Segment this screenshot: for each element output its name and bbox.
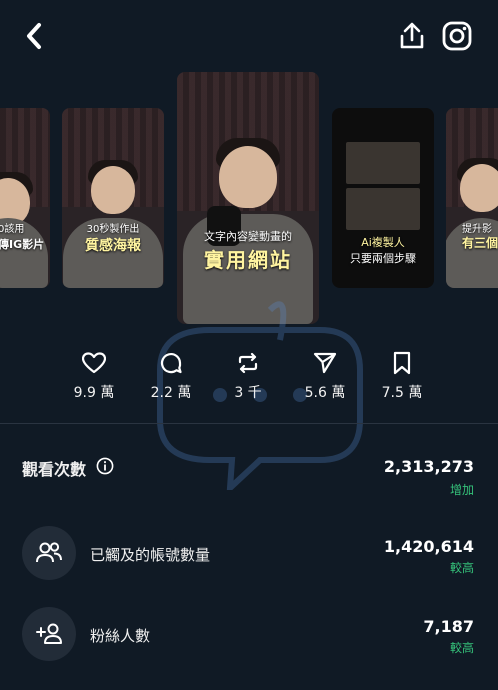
reel-thumbnail[interactable]: 提升影 有三個 <box>446 108 498 288</box>
reel-caption-line2: 傳IG影片 <box>0 238 45 251</box>
reel-carousel[interactable]: 0該用 傳IG影片 30秒製作出 質感海報 文字內容變動畫的 實用網站 Ai複製… <box>0 72 498 332</box>
views-label: 觀看次數 <box>22 460 87 479</box>
shares-count: 5.6 萬 <box>304 385 346 401</box>
saves-count: 7.5 萬 <box>381 385 423 401</box>
chevron-left-icon <box>27 23 41 49</box>
reel-thumbnail[interactable]: Ai複製人 只要兩個步驟 <box>332 108 434 288</box>
engagement-actions: 9.9 萬 2.2 萬 3 千 5.6 萬 7.5 萬 <box>0 350 498 410</box>
people-icon <box>36 542 62 563</box>
views-trend: 增加 <box>449 483 474 497</box>
send-icon <box>313 352 337 374</box>
reel-caption-line1: 0該用 <box>0 224 25 235</box>
saves-stat[interactable]: 7.5 萬 <box>367 350 437 402</box>
reel-thumbnail-featured[interactable]: 文字內容變動畫的 實用網站 <box>177 72 319 324</box>
face-shape <box>219 146 277 208</box>
reposts-stat[interactable]: 3 千 <box>213 350 283 402</box>
share-button[interactable] <box>396 20 428 52</box>
face-shape <box>460 164 498 212</box>
reel-caption-line1: 文字內容變動畫的 <box>204 230 292 243</box>
reel-thumbnail[interactable]: 0該用 傳IG影片 <box>0 108 50 288</box>
heart-icon <box>82 352 106 374</box>
reel-caption-line1: Ai複製人 <box>361 236 405 249</box>
followers-trend: 較高 <box>449 641 474 655</box>
repost-icon <box>238 352 258 374</box>
section-divider <box>0 423 498 424</box>
reached-accounts-value: 1,420,614 <box>383 537 474 556</box>
comments-count: 2.2 萬 <box>150 385 192 401</box>
comments-stat[interactable]: 2.2 萬 <box>136 350 206 402</box>
reel-caption-line2: 質感海報 <box>85 238 141 254</box>
reposts-count: 3 千 <box>234 385 262 401</box>
top-bar <box>0 0 498 70</box>
views-value: 2,313,273 <box>383 457 474 476</box>
instagram-logo-icon <box>442 21 472 51</box>
info-icon[interactable] <box>96 457 114 475</box>
bookmark-icon <box>393 351 411 375</box>
likes-count: 9.9 萬 <box>73 385 115 401</box>
share-upload-icon <box>400 22 424 49</box>
reel-caption-line2: 有三個 <box>462 236 498 250</box>
reel-thumbnail[interactable]: 30秒製作出 質感海報 <box>62 108 164 288</box>
followers-value: 7,187 <box>423 617 474 636</box>
video-frame-bottom <box>346 188 420 230</box>
reel-caption-line2: 只要兩個步驟 <box>350 252 416 265</box>
comment-icon <box>160 352 182 374</box>
shares-stat[interactable]: 5.6 萬 <box>290 350 360 402</box>
instagram-button[interactable] <box>440 19 474 53</box>
followers-label: 粉絲人數 <box>90 627 151 645</box>
followers-icon-badge <box>22 607 76 661</box>
reached-accounts-trend: 較高 <box>449 561 474 575</box>
reel-caption-line1: 提升影 <box>462 224 492 235</box>
reel-caption-line2: 實用網站 <box>204 248 292 272</box>
reached-accounts-label: 已觸及的帳號數量 <box>90 546 211 564</box>
back-button[interactable] <box>18 20 50 52</box>
video-frame-top <box>346 142 420 184</box>
likes-stat[interactable]: 9.9 萬 <box>59 350 129 402</box>
reached-accounts-icon-badge <box>22 526 76 580</box>
add-person-icon <box>36 623 62 644</box>
reel-caption-line1: 30秒製作出 <box>86 224 140 235</box>
face-shape <box>91 166 135 214</box>
